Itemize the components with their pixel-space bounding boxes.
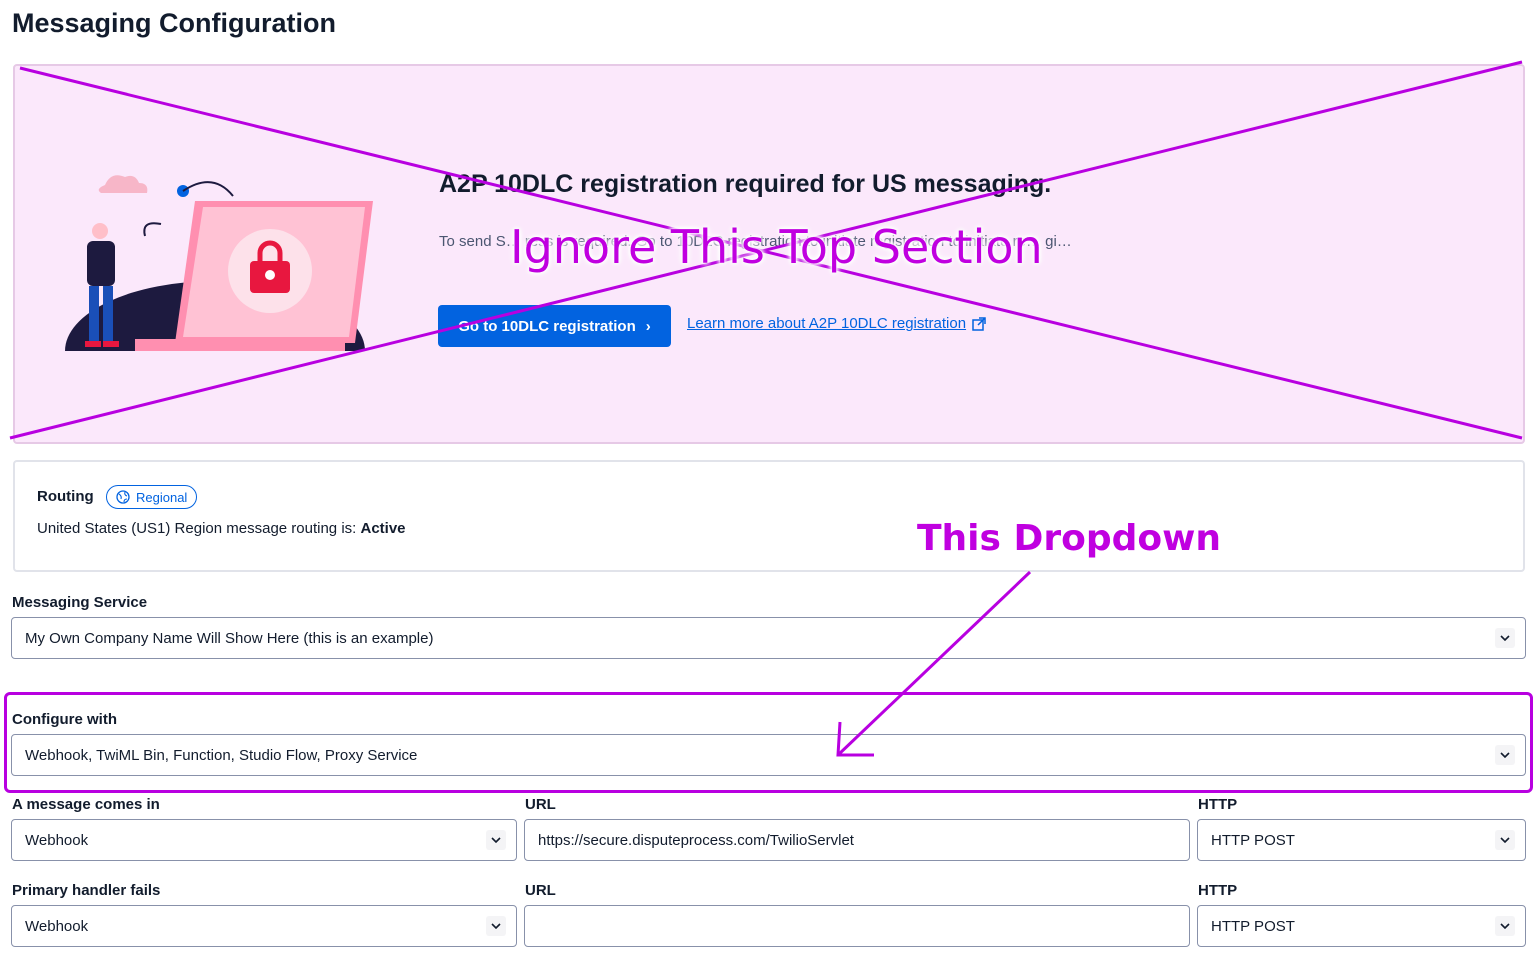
learn-more-a2p-link[interactable]: Learn more about A2P 10DLC registration xyxy=(687,315,986,332)
fallback-url-input[interactable] xyxy=(524,905,1190,947)
banner-heading: A2P 10DLC registration required for US m… xyxy=(439,170,1052,198)
page-title: Messaging Configuration xyxy=(12,8,336,38)
chevron-down-icon xyxy=(1495,628,1515,648)
fallback-http-label: HTTP xyxy=(1198,882,1238,899)
chevron-down-icon xyxy=(1495,745,1515,765)
external-link-icon xyxy=(972,316,986,331)
link-label: Learn more about A2P 10DLC registration xyxy=(687,315,967,332)
cta-label: Go to 10DLC registration xyxy=(458,317,636,335)
chevron-down-icon xyxy=(486,830,506,850)
go-to-10dlc-registration-button[interactable]: Go to 10DLC registration › xyxy=(438,305,671,347)
routing-label: Routing xyxy=(37,488,94,505)
configure-with-select[interactable]: Webhook, TwiML Bin, Function, Studio Flo… xyxy=(11,734,1526,776)
messaging-service-value: My Own Company Name Will Show Here (this… xyxy=(25,629,434,647)
message-url-value: https://secure.disputeprocess.com/Twilio… xyxy=(538,831,854,849)
chevron-down-icon xyxy=(1495,830,1515,850)
fallback-type-value: Webhook xyxy=(25,917,89,935)
message-http-value: HTTP POST xyxy=(1211,831,1295,849)
fallback-http-value: HTTP POST xyxy=(1211,917,1295,935)
arrow-shaft xyxy=(836,570,1032,757)
banner-body: To send S… ress is required. Go to 10DLC… xyxy=(439,233,1072,250)
regional-label: Regional xyxy=(136,489,188,505)
chevron-down-icon xyxy=(486,916,506,936)
message-url-input[interactable]: https://secure.disputeprocess.com/Twilio… xyxy=(524,819,1190,861)
routing-status-value: Active xyxy=(360,520,406,537)
fallback-url-label: URL xyxy=(525,882,556,899)
message-comes-in-type-select[interactable]: Webhook xyxy=(11,819,517,861)
message-http-select[interactable]: HTTP POST xyxy=(1197,819,1526,861)
message-http-label: HTTP xyxy=(1198,796,1238,813)
message-type-value: Webhook xyxy=(25,831,89,849)
messaging-service-label: Messaging Service xyxy=(12,594,148,611)
chevron-right-icon: › xyxy=(645,317,651,335)
regional-badge: Regional xyxy=(106,485,198,509)
routing-status-prefix: United States (US1) Region message routi… xyxy=(37,520,357,537)
configure-with-value: Webhook, TwiML Bin, Function, Studio Flo… xyxy=(25,746,418,764)
a2p-registration-banner: A2P 10DLC registration required for US m… xyxy=(13,64,1525,444)
chevron-down-icon xyxy=(1495,916,1515,936)
routing-status: United States (US1) Region message routi… xyxy=(37,520,406,537)
routing-card: Routing Regional United States (US1) Reg… xyxy=(13,460,1525,572)
messaging-service-select[interactable]: My Own Company Name Will Show Here (this… xyxy=(11,617,1526,659)
message-comes-in-label: A message comes in xyxy=(12,796,160,813)
globe-icon xyxy=(116,490,130,504)
primary-handler-fails-label: Primary handler fails xyxy=(12,882,161,899)
lock-laptop-illustration xyxy=(65,175,373,351)
configure-with-label: Configure with xyxy=(12,711,117,728)
message-url-label: URL xyxy=(525,796,556,813)
primary-handler-fails-type-select[interactable]: Webhook xyxy=(11,905,517,947)
fallback-http-select[interactable]: HTTP POST xyxy=(1197,905,1526,947)
